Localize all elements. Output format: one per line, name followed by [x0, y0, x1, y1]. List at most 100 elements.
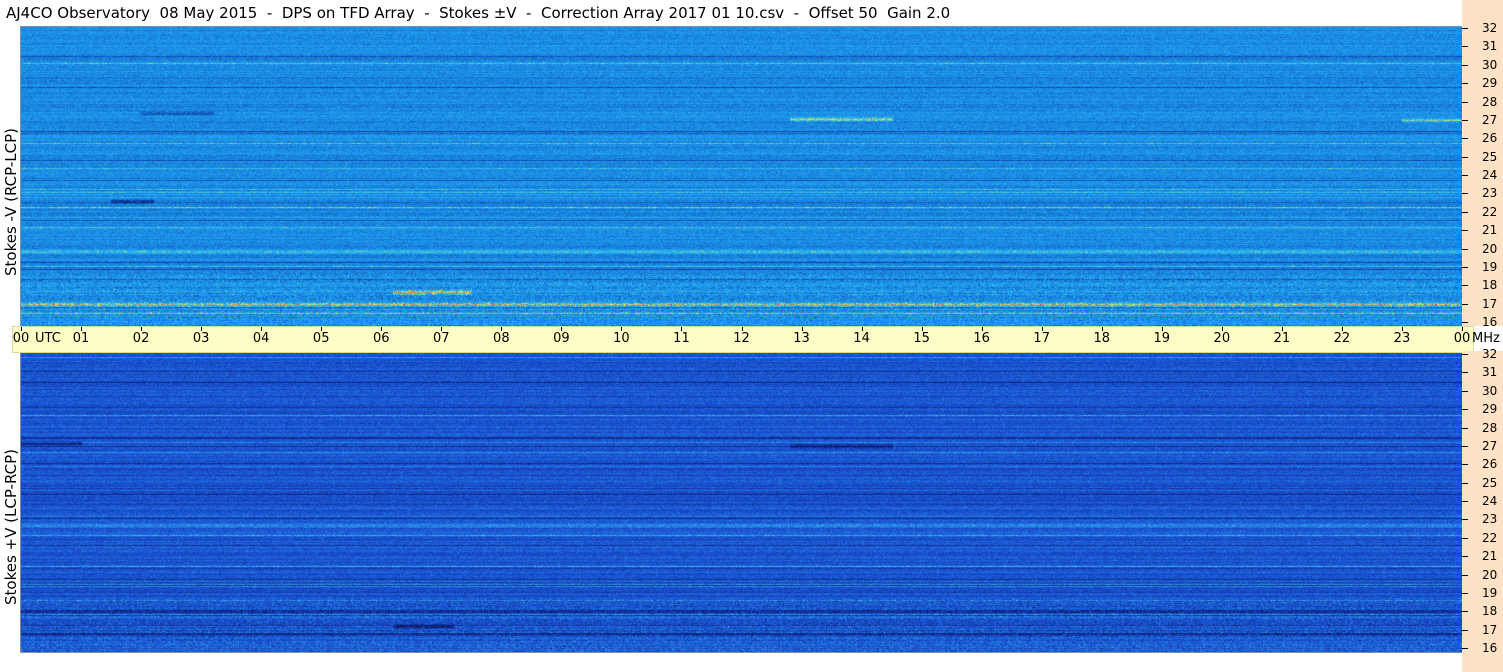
freq-tick-label: 20 [1482, 241, 1498, 256]
freq-tick-label: 27 [1482, 438, 1498, 453]
chart-title: AJ4CO Observatory 08 May 2015 - DPS on T… [6, 4, 951, 22]
freq-tick-label: 19 [1482, 585, 1498, 600]
freq-tick [1462, 28, 1468, 29]
freq-tick [1462, 574, 1468, 576]
freq-tick [1462, 175, 1468, 176]
freq-tick [1462, 354, 1468, 355]
freq-tick [1462, 230, 1468, 232]
time-tick [801, 327, 803, 331]
freq-tick-label: 31 [1482, 365, 1498, 380]
time-tick [561, 327, 563, 331]
freq-tick [1462, 537, 1468, 539]
time-tick-label: 05 [312, 331, 330, 346]
time-tick-label: 10 [613, 331, 630, 346]
time-tick-label: 02 [132, 331, 150, 346]
freq-tick [1462, 390, 1468, 392]
freq-tick [1462, 46, 1468, 48]
time-tick [1401, 327, 1403, 331]
freq-tick-label: 19 [1482, 259, 1498, 274]
time-tick [141, 327, 143, 331]
freq-tick-label: 28 [1482, 420, 1498, 435]
freq-tick-label: 29 [1482, 402, 1498, 417]
time-tick-label: 19 [1153, 331, 1171, 346]
freq-tick [1462, 64, 1468, 66]
freq-tick-label: 16 [1482, 641, 1498, 655]
time-tick-label: 13 [793, 331, 810, 346]
freq-tick [1462, 248, 1468, 250]
freq-tick [1462, 629, 1468, 631]
time-tick [21, 327, 22, 331]
freq-tick-label: 26 [1482, 457, 1498, 472]
freq-tick-label: 31 [1482, 39, 1498, 54]
time-tick [1341, 327, 1343, 331]
time-tick [861, 327, 863, 331]
panel-label-bottom: Stokes +V (LCP-RCP) [2, 449, 20, 605]
time-axis-unit: UTC [35, 331, 61, 346]
freq-tick [1462, 211, 1468, 213]
time-tick-label: 11 [673, 331, 690, 346]
time-tick-label: 08 [493, 331, 510, 346]
time-tick [1281, 327, 1283, 331]
time-tick [321, 327, 323, 331]
time-tick [381, 327, 383, 331]
freq-tick [1462, 83, 1468, 85]
freq-tick-label: 23 [1482, 512, 1498, 527]
freq-tick [1462, 464, 1468, 466]
freq-tick-label: 22 [1482, 530, 1498, 545]
freq-tick-label: 28 [1482, 94, 1498, 109]
freq-tick [1462, 193, 1468, 195]
freq-tick [1462, 119, 1468, 121]
time-tick [741, 327, 743, 331]
freq-tick-label: 23 [1482, 186, 1498, 201]
freq-tick-label: 17 [1482, 622, 1498, 637]
freq-tick-label: 32 [1482, 347, 1498, 361]
spectrogram-top-canvas [21, 27, 1462, 326]
freq-tick [1462, 266, 1468, 268]
panel-label-top: Stokes -V (RCP-LCP) [2, 128, 20, 276]
freq-tick [1462, 138, 1468, 140]
time-tick-label: 07 [433, 331, 450, 346]
time-tick [1221, 327, 1223, 331]
spectrogram-bottom [20, 352, 1463, 653]
freq-tick-label: 21 [1482, 223, 1498, 238]
freq-tick [1462, 101, 1468, 103]
time-tick [1462, 327, 1463, 331]
freq-axis-top: 32 31 30 29 28 27 26 25 24 23 22 21 20 19 18 17 16 [1462, 0, 1503, 329]
time-tick [501, 327, 503, 331]
freq-tick-label: 25 [1482, 475, 1498, 490]
freq-tick [1462, 482, 1468, 484]
time-tick [1101, 327, 1103, 331]
time-tick-label: 17 [1033, 331, 1050, 346]
freq-axis-unit: MHz [1472, 331, 1500, 346]
time-tick-label: 21 [1273, 331, 1291, 346]
freq-tick [1462, 409, 1468, 411]
freq-tick [1462, 427, 1468, 429]
freq-tick-label: 22 [1482, 204, 1498, 219]
freq-tick [1462, 519, 1468, 521]
time-tick-label: 06 [372, 331, 390, 346]
freq-tick-label: 17 [1482, 296, 1498, 311]
freq-tick-label: 32 [1482, 21, 1498, 35]
time-tick-label: 01 [72, 331, 90, 346]
time-tick [441, 327, 443, 331]
freq-tick [1462, 611, 1468, 613]
freq-tick-label: 26 [1482, 131, 1498, 146]
time-tick-label: 22 [1333, 331, 1351, 346]
freq-tick-label: 30 [1482, 383, 1498, 398]
freq-tick [1462, 556, 1468, 558]
freq-tick-label: 18 [1482, 278, 1498, 293]
freq-axis-bottom: 32 31 30 29 28 27 26 25 24 23 22 21 20 19 18 17 16 [1462, 347, 1503, 672]
freq-tick [1462, 372, 1468, 374]
freq-tick-label: 30 [1482, 57, 1498, 72]
freq-tick [1462, 322, 1468, 323]
time-tick-label: 14 [853, 331, 870, 346]
time-tick-label: 15 [913, 331, 930, 346]
freq-tick [1462, 303, 1468, 305]
freq-tick-label: 25 [1482, 149, 1498, 164]
freq-tick [1462, 156, 1468, 158]
freq-tick [1462, 592, 1468, 594]
spectrogram-bottom-canvas [21, 353, 1462, 652]
time-tick-label: 09 [553, 331, 570, 346]
freq-tick-label: 24 [1482, 168, 1498, 182]
time-tick [1161, 327, 1163, 331]
